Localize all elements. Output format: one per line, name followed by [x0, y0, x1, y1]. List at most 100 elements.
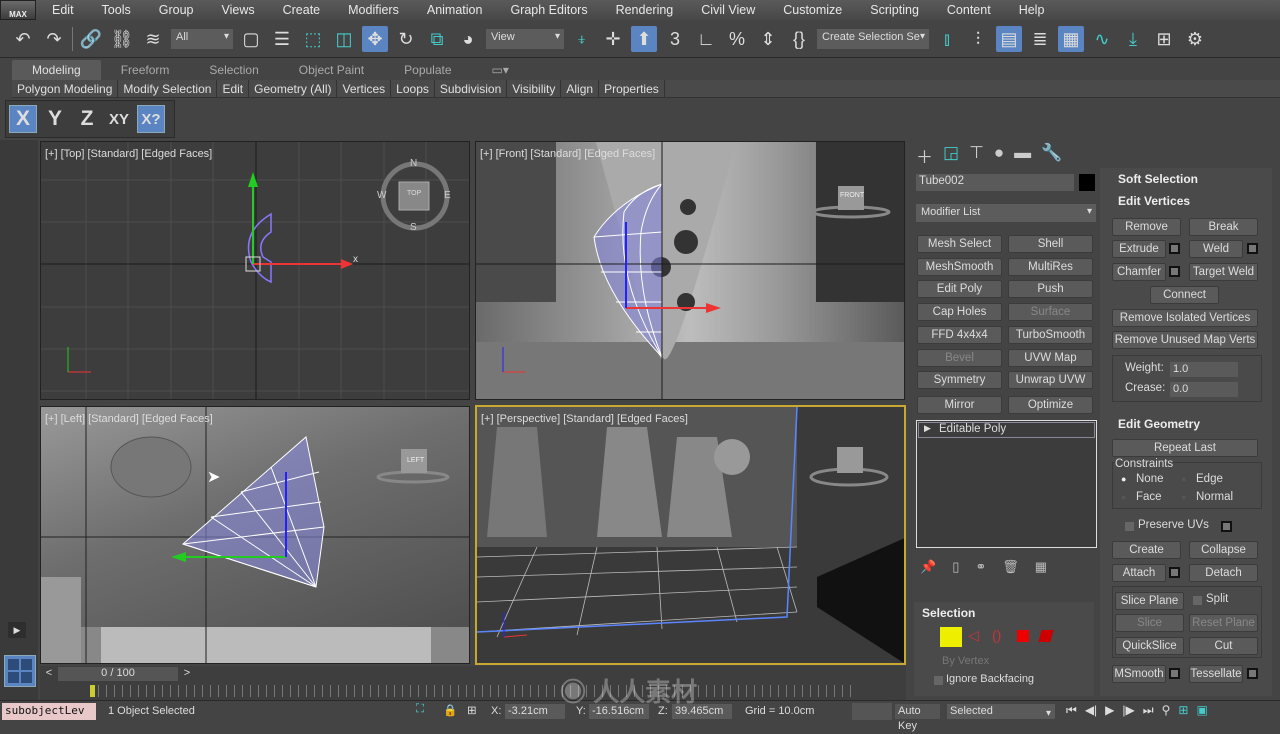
ribbon-panel-align[interactable]: Align: [561, 80, 600, 97]
constraint-edge-radio[interactable]: ●: [1181, 474, 1186, 484]
extrude-button[interactable]: Extrude: [1112, 240, 1166, 258]
select-object-icon[interactable]: ▢: [238, 26, 264, 52]
ribbon-panel-edit[interactable]: Edit: [217, 80, 250, 97]
menu-help[interactable]: Help: [1003, 3, 1057, 17]
preserve-uvs-checkbox[interactable]: [1125, 522, 1134, 531]
previous-frame-icon[interactable]: ◀|: [1085, 703, 1097, 718]
modifier-button-multires[interactable]: MultiRes: [1008, 258, 1093, 276]
rotate-icon[interactable]: ↻: [393, 26, 419, 52]
axis-y-button[interactable]: Y: [41, 105, 69, 133]
axis-xy-button[interactable]: XY: [105, 105, 133, 133]
detach-button[interactable]: Detach: [1189, 564, 1258, 582]
ribbon-panel-polygon-modeling[interactable]: Polygon Modeling: [12, 80, 119, 97]
current-frame-marker[interactable]: [90, 685, 95, 697]
make-unique-icon[interactable]: ⚭: [975, 559, 986, 575]
remove-modifier-icon[interactable]: 🗑: [1002, 559, 1019, 575]
weld-settings-icon[interactable]: [1247, 243, 1258, 254]
key-filter-dropdown[interactable]: Selected: [947, 704, 1055, 721]
constraint-normal-radio[interactable]: ●: [1181, 492, 1186, 502]
ribbon-panel-properties[interactable]: Properties: [599, 80, 665, 97]
constraint-none-radio[interactable]: ●: [1121, 474, 1126, 484]
border-subobject-icon[interactable]: (): [992, 627, 1001, 643]
modifier-button-shell[interactable]: Shell: [1008, 235, 1093, 253]
time-next-button[interactable]: >: [180, 667, 194, 681]
snap-toggle-icon[interactable]: 3: [662, 26, 688, 52]
angle-snap-icon[interactable]: ∟: [693, 26, 719, 52]
play-icon[interactable]: ▶: [1105, 703, 1114, 718]
rect-selection-icon[interactable]: ⬚: [300, 26, 326, 52]
slice-button[interactable]: Slice: [1115, 614, 1184, 632]
polygon-subobject-icon[interactable]: [1017, 630, 1029, 642]
percent-snap-icon[interactable]: %: [724, 26, 750, 52]
ribbon-tab-selection[interactable]: Selection: [189, 60, 278, 80]
edge-subobject-icon[interactable]: ◁: [968, 627, 979, 644]
modifier-button-cap-holes[interactable]: Cap Holes: [917, 303, 1002, 321]
constraint-face-radio[interactable]: ●: [1121, 492, 1126, 502]
modifier-button-unwrap-uvw[interactable]: Unwrap UVW: [1008, 371, 1093, 389]
utilities-tab-icon[interactable]: 🔧: [1041, 143, 1062, 163]
weld-button[interactable]: Weld: [1189, 240, 1243, 258]
selection-lock-icon[interactable]: 🔒: [443, 703, 457, 717]
window-crossing-icon[interactable]: ◫: [331, 26, 357, 52]
render-setup-icon[interactable]: ⚙: [1182, 26, 1208, 52]
time-slider[interactable]: 0 / 100: [58, 667, 178, 681]
track-bar[interactable]: [90, 685, 856, 697]
z-coordinate-field[interactable]: 39.465cm: [672, 704, 732, 719]
zoom-icon[interactable]: ⚲: [1162, 703, 1171, 718]
connect-button[interactable]: Connect: [1150, 286, 1219, 304]
schematic-view-icon[interactable]: ⤓: [1120, 26, 1146, 52]
configure-modifier-sets-icon[interactable]: ▦: [1035, 559, 1047, 575]
modifier-list-dropdown[interactable]: Modifier List: [916, 204, 1096, 222]
preserve-uvs-settings-icon[interactable]: [1221, 521, 1232, 532]
modify-tab-icon[interactable]: ◲: [943, 143, 959, 163]
viewcube-persp[interactable]: [809, 447, 889, 487]
stack-item-editable-poly[interactable]: ▶ Editable Poly: [918, 422, 1095, 438]
ribbon-tab-populate[interactable]: Populate: [384, 60, 471, 80]
place-icon[interactable]: ◕: [455, 26, 481, 52]
soft-selection-rollout[interactable]: Soft Selection: [1118, 172, 1198, 186]
reference-coord-dropdown[interactable]: View: [486, 29, 564, 49]
tessellate-settings-icon[interactable]: [1247, 668, 1258, 679]
ribbon-panel-visibility[interactable]: Visibility: [507, 80, 562, 97]
menu-customize[interactable]: Customize: [767, 3, 854, 17]
link-icon[interactable]: 🔗: [78, 26, 104, 52]
max-logo-button[interactable]: MAX: [0, 0, 36, 20]
ribbon-panel-vertices[interactable]: Vertices: [337, 80, 392, 97]
create-tab-icon[interactable]: ＋: [916, 143, 933, 167]
ribbon-options-icon[interactable]: ▭▾: [472, 60, 529, 80]
display-tab-icon[interactable]: ▬: [1014, 143, 1031, 163]
go-to-end-icon[interactable]: ⏭: [1143, 703, 1154, 718]
crease-spinner[interactable]: 0.0: [1170, 382, 1238, 397]
viewport-label[interactable]: [+] [Front] [Standard] [Edged Faces]: [480, 148, 655, 160]
chamfer-button[interactable]: Chamfer: [1112, 263, 1166, 281]
move-icon[interactable]: ✥: [362, 26, 388, 52]
menu-scripting[interactable]: Scripting: [854, 3, 931, 17]
menu-civil-view[interactable]: Civil View: [685, 3, 767, 17]
hierarchy-tab-icon[interactable]: ⊤: [969, 143, 984, 163]
remove-button[interactable]: Remove: [1112, 218, 1181, 236]
remove-isolated-vertices-button[interactable]: Remove Isolated Vertices: [1112, 309, 1258, 327]
repeat-last-button[interactable]: Repeat Last: [1112, 439, 1258, 457]
modifier-button-ffd-4x4x4[interactable]: FFD 4x4x4: [917, 326, 1002, 344]
motion-tab-icon[interactable]: ●: [994, 143, 1004, 163]
chamfer-settings-icon[interactable]: [1169, 266, 1180, 277]
go-to-start-icon[interactable]: ⏮: [1066, 703, 1077, 718]
modifier-button-uvw-map[interactable]: UVW Map: [1008, 349, 1093, 367]
menu-edit[interactable]: Edit: [36, 3, 86, 17]
absolute-mode-icon[interactable]: ⊞: [467, 703, 477, 717]
axis-x-button[interactable]: X: [9, 105, 37, 133]
ribbon-panel-modify-selection[interactable]: Modify Selection: [118, 80, 218, 97]
object-color-swatch[interactable]: [1079, 174, 1095, 191]
ribbon-tab-modeling[interactable]: Modeling: [12, 60, 101, 80]
slice-plane-button[interactable]: Slice Plane: [1115, 592, 1184, 610]
menu-graph-editors[interactable]: Graph Editors: [494, 3, 599, 17]
viewport-front[interactable]: [+] [Front] [Standard] [Edged Faces] FRO…: [475, 141, 905, 400]
by-vertex-checkbox[interactable]: By Vertex: [942, 655, 989, 667]
quickslice-button[interactable]: QuickSlice: [1115, 637, 1184, 655]
ribbon-panel-subdivision[interactable]: Subdivision: [435, 80, 508, 97]
split-checkbox[interactable]: [1193, 596, 1202, 605]
menu-rendering[interactable]: Rendering: [600, 3, 686, 17]
ribbon-tab-object-paint[interactable]: Object Paint: [279, 60, 384, 80]
break-button[interactable]: Break: [1189, 218, 1258, 236]
zoom-all-icon[interactable]: ⊞: [1178, 703, 1188, 718]
